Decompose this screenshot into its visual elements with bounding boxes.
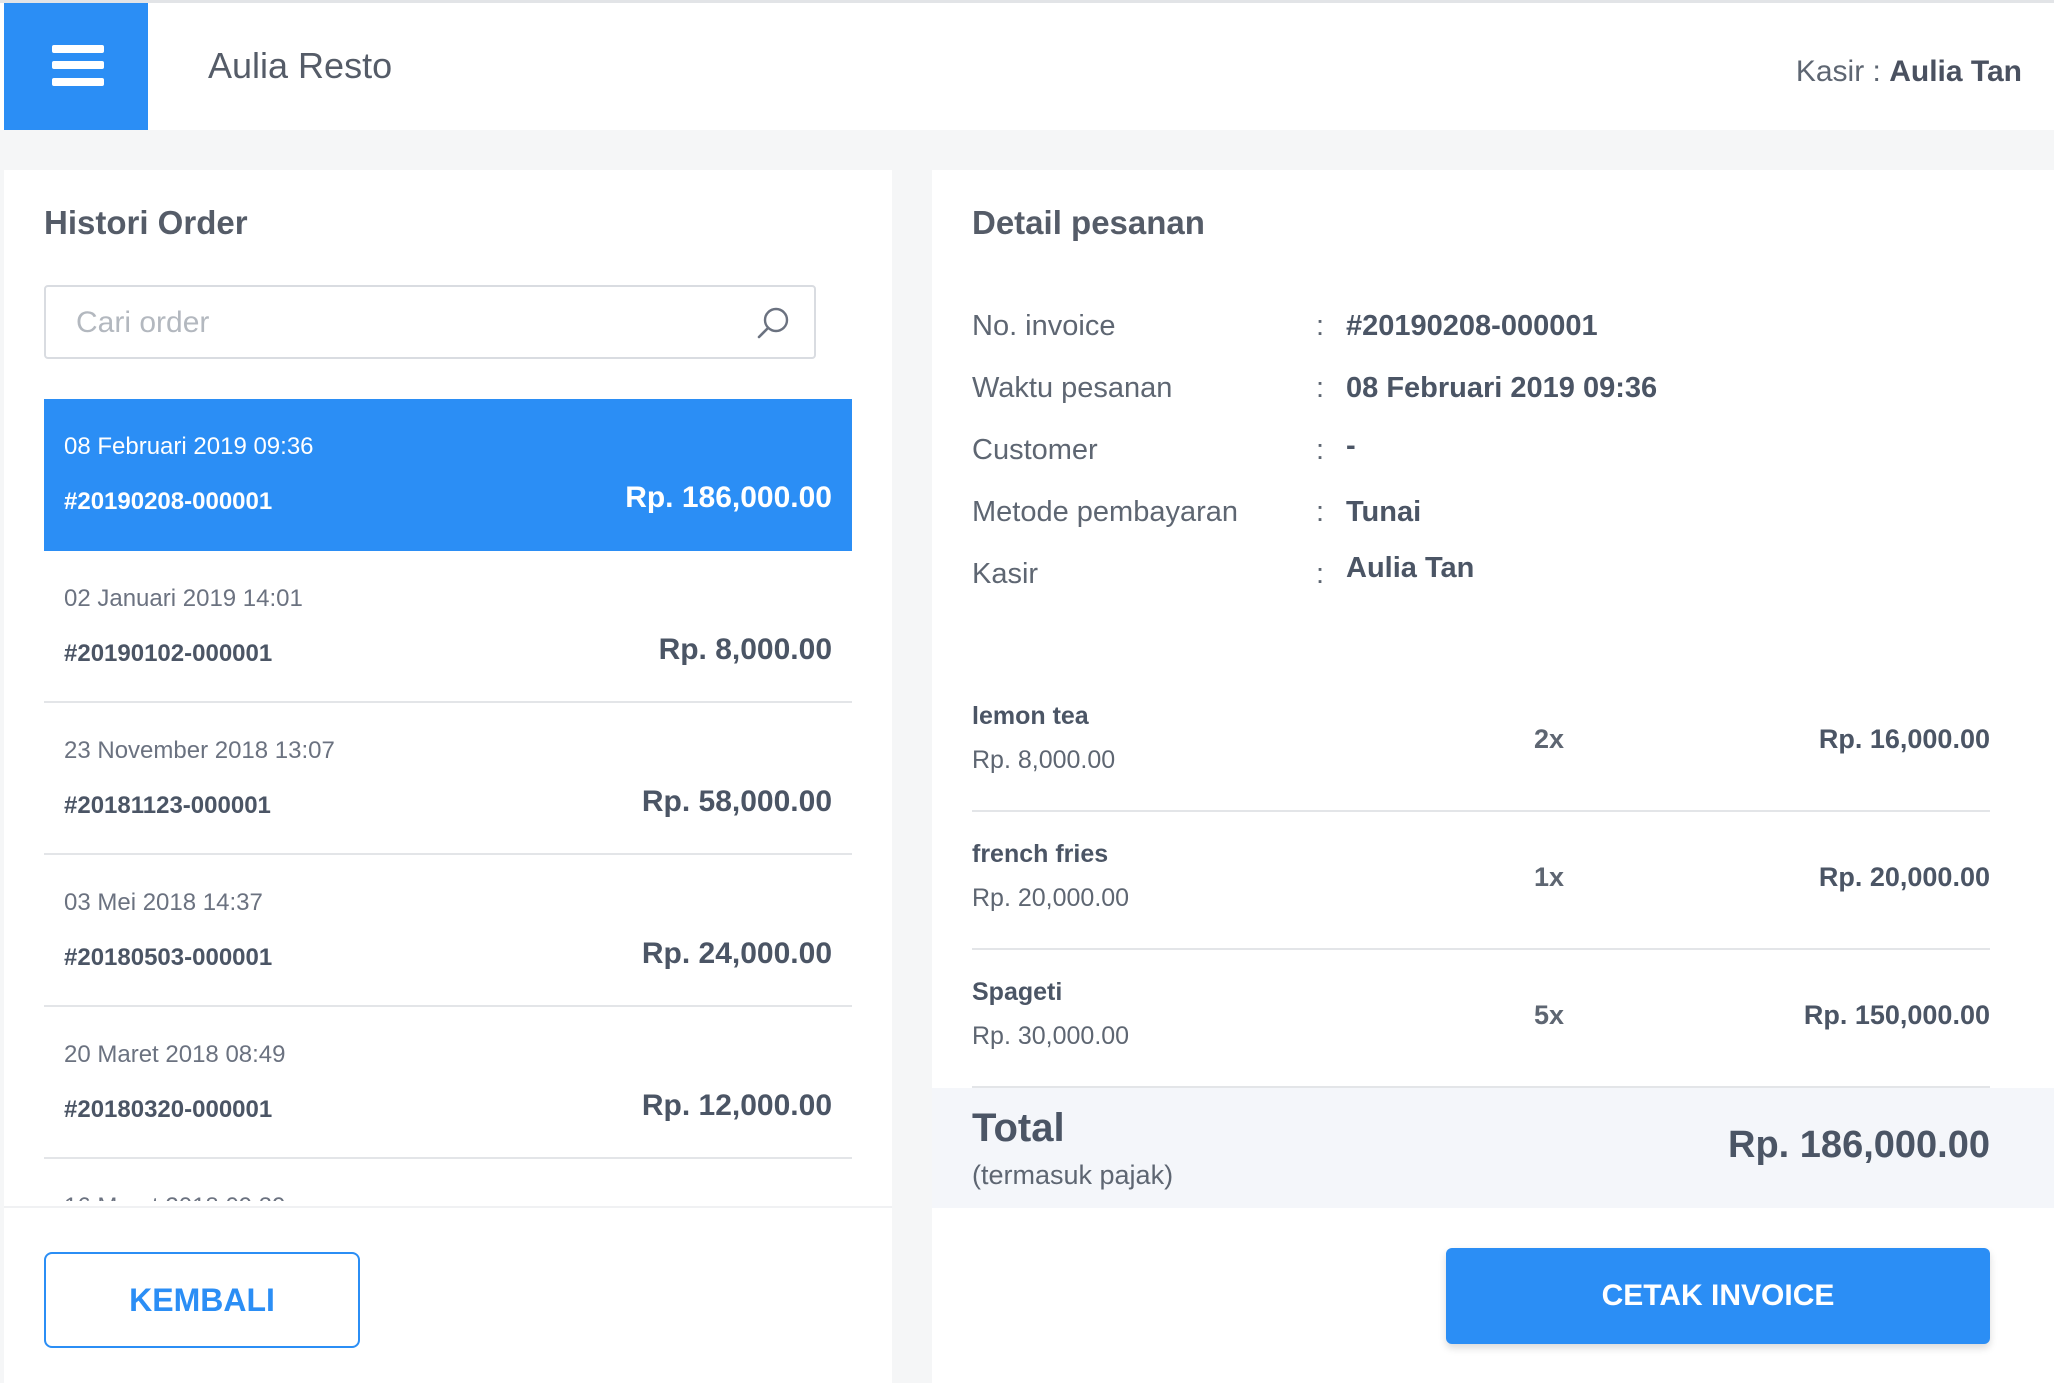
search-box[interactable] <box>44 285 816 359</box>
order-date: 03 Mei 2018 14:37 <box>64 889 263 916</box>
item-subtotal: Rp. 150,000.00 <box>1803 1000 1990 1030</box>
order-id: #20190102-000001 <box>64 640 273 667</box>
item-name: french fries <box>972 840 1109 868</box>
order-total: Rp. 58,000.00 <box>641 785 832 818</box>
item-quantity: 1x <box>1534 862 1565 892</box>
order-date: 02 Januari 2019 14:01 <box>64 585 303 612</box>
order-list-item[interactable]: 02 Januari 2019 14:01 #20190102-000001 R… <box>44 551 852 703</box>
order-item-row: Spageti Rp. 30,000.00 5x Rp. 150,000.00 <box>972 950 1990 1088</box>
order-id: #20180503-000001 <box>64 944 273 971</box>
cashier-name: Aulia Tan <box>1889 55 2022 88</box>
order-date: 08 Februari 2019 09:36 <box>64 433 314 460</box>
order-list-item[interactable]: 08 Februari 2019 09:36 #20190208-000001 … <box>44 399 852 551</box>
cashier-info: Kasir : Aulia Tan <box>1796 55 2022 89</box>
order-list-item[interactable]: 03 Mei 2018 14:37 #20180503-000001 Rp. 2… <box>44 855 852 1007</box>
item-unit-price: Rp. 30,000.00 <box>972 1022 1130 1050</box>
order-list: 08 Februari 2019 09:36 #20190208-000001 … <box>44 399 852 1201</box>
order-list-item[interactable]: 20 Maret 2018 08:49 #20180320-000001 Rp.… <box>44 1007 852 1159</box>
search-input[interactable] <box>76 303 736 343</box>
customer-value: - <box>1346 430 1356 462</box>
order-detail-panel: Detail pesanan No. invoice : #20190208-0… <box>932 170 2054 1383</box>
payment-method-value: Tunai <box>1346 496 1422 528</box>
item-name: Spageti <box>972 978 1063 1006</box>
hamburger-menu-button[interactable] <box>4 3 148 130</box>
item-unit-price: Rp. 20,000.00 <box>972 884 1130 912</box>
info-colon: : <box>1316 434 1325 466</box>
total-label: Total <box>972 1106 1065 1150</box>
order-id: #20181123-000001 <box>64 792 271 819</box>
item-name: lemon tea <box>972 702 1089 730</box>
order-date: 16 Maret 2018 09:39 <box>64 1193 286 1201</box>
payment-method-label: Metode pembayaran <box>972 496 1238 528</box>
total-value: Rp. 186,000.00 <box>1728 1124 1990 1166</box>
cashier-field-value: Aulia Tan <box>1346 552 1475 584</box>
order-time-label: Waktu pesanan <box>972 372 1173 404</box>
order-id: #20180320-000001 <box>64 1096 273 1123</box>
order-list-item[interactable]: 16 Maret 2018 09:39 <box>44 1159 852 1201</box>
order-total: Rp. 186,000.00 <box>625 481 832 514</box>
order-total: Rp. 24,000.00 <box>641 937 832 970</box>
order-item-row: lemon tea Rp. 8,000.00 2x Rp. 16,000.00 <box>972 674 1990 812</box>
cashier-field-label: Kasir <box>972 558 1039 590</box>
item-quantity: 5x <box>1534 1000 1565 1030</box>
item-unit-price: Rp. 8,000.00 <box>972 746 1116 774</box>
item-quantity: 2x <box>1534 724 1565 754</box>
info-colon: : <box>1316 496 1325 528</box>
order-history-footer: KEMBALI <box>4 1206 892 1383</box>
order-history-panel: Histori Order 08 Februari 2019 09:36 #20… <box>4 170 892 1383</box>
order-item-row: french fries Rp. 20,000.00 1x Rp. 20,000… <box>972 812 1990 950</box>
info-colon: : <box>1316 310 1325 342</box>
order-total: Rp. 12,000.00 <box>641 1089 832 1122</box>
total-section: Total (termasuk pajak) Rp. 186,000.00 <box>932 1088 2054 1208</box>
search-icon[interactable] <box>756 305 792 341</box>
invoice-number-label: No. invoice <box>972 310 1116 342</box>
order-detail-title: Detail pesanan <box>972 204 1205 241</box>
invoice-number-value: #20190208-000001 <box>1346 310 1598 342</box>
app-title: Aulia Resto <box>208 45 393 86</box>
cashier-label: Kasir : <box>1795 55 1890 88</box>
top-bar: Aulia Resto Kasir : Aulia Tan <box>0 0 2054 130</box>
order-date: 20 Maret 2018 08:49 <box>64 1041 286 1068</box>
order-id: #20190208-000001 <box>64 488 273 515</box>
item-subtotal: Rp. 16,000.00 <box>1818 724 1990 754</box>
customer-label: Customer <box>972 434 1098 466</box>
order-history-title: Histori Order <box>44 204 248 241</box>
info-colon: : <box>1316 558 1325 590</box>
order-time-value: 08 Februari 2019 09:36 <box>1346 372 1658 404</box>
order-list-item[interactable]: 23 November 2018 13:07 #20181123-000001 … <box>44 703 852 855</box>
order-total: Rp. 8,000.00 <box>658 633 832 666</box>
print-invoice-button[interactable]: CETAK INVOICE <box>1446 1248 1990 1344</box>
item-subtotal: Rp. 20,000.00 <box>1818 862 1990 892</box>
back-button[interactable]: KEMBALI <box>44 1252 360 1348</box>
total-tax-note: (termasuk pajak) <box>972 1160 1174 1190</box>
order-date: 23 November 2018 13:07 <box>64 737 335 764</box>
info-colon: : <box>1316 372 1325 404</box>
